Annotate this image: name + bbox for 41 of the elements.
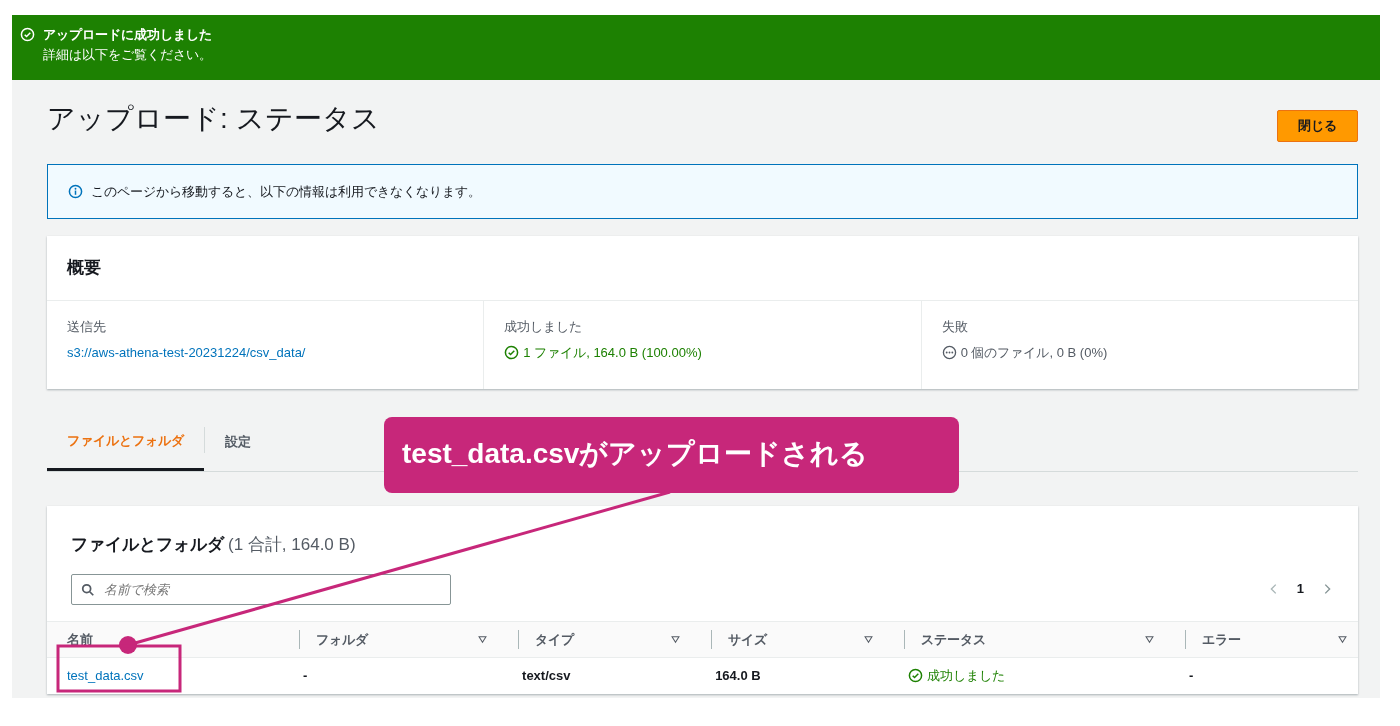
summary-value: 1 ファイル, 164.0 B (100.00%) xyxy=(523,344,702,362)
sort-icon[interactable] xyxy=(477,633,489,645)
sort-icon[interactable] xyxy=(863,633,875,645)
summary-label: 成功しました xyxy=(504,317,584,336)
table-cell: text/csv xyxy=(522,668,571,683)
column-header: フォルダ xyxy=(316,630,369,649)
column-header: エラー xyxy=(1201,630,1241,649)
summary-label: 送信先 xyxy=(67,317,107,336)
page-title: アップロード: ステータス xyxy=(47,102,380,136)
flash-message: 詳細は以下をご覧ください。 xyxy=(42,45,213,64)
destination-link[interactable]: s3://aws-athena-test-20231224/csv_data/ xyxy=(67,345,306,360)
sort-icon[interactable] xyxy=(670,633,682,645)
column-header: サイズ xyxy=(728,630,768,649)
status-text: 成功しました xyxy=(927,667,1006,685)
pending-icon xyxy=(941,345,957,361)
check-circle-icon xyxy=(504,345,520,361)
info-icon xyxy=(68,183,83,199)
tab[interactable]: 設定 xyxy=(205,418,271,471)
column-header: 名前 xyxy=(67,630,93,649)
sort-icon[interactable] xyxy=(1337,633,1348,645)
column-header: ステータス xyxy=(921,630,987,649)
page-number[interactable]: 1 xyxy=(1296,579,1304,599)
check-circle-icon xyxy=(20,27,35,43)
info-text: このページから移動すると、以下の情報は利用できなくなります。 xyxy=(91,182,481,201)
search-field[interactable]: 名前で検索 xyxy=(71,573,451,605)
summary-title: 概要 xyxy=(47,236,1358,301)
file-link[interactable]: test_data.csv xyxy=(67,668,144,683)
sort-icon[interactable] xyxy=(1143,633,1155,645)
files-title: ファイルとフォルダ xyxy=(71,534,224,556)
table-cell: 164.0 B xyxy=(715,668,761,683)
column-header: タイプ xyxy=(535,630,575,649)
flash-title: アップロードに成功しました xyxy=(43,26,212,44)
table-cell: - xyxy=(1188,668,1194,683)
close-button[interactable]: 閉じる xyxy=(1277,110,1358,142)
table-cell: - xyxy=(303,668,308,683)
summary-label: 失敗 xyxy=(941,317,969,336)
search-icon xyxy=(81,582,95,597)
files-count: (1 合計, 164.0 B) xyxy=(228,534,356,556)
annotation-callout: test_data.csvがアップロードされる xyxy=(384,417,959,493)
check-circle-icon xyxy=(908,668,924,684)
summary-value: 0 個のファイル, 0 B (0%) xyxy=(960,344,1108,362)
